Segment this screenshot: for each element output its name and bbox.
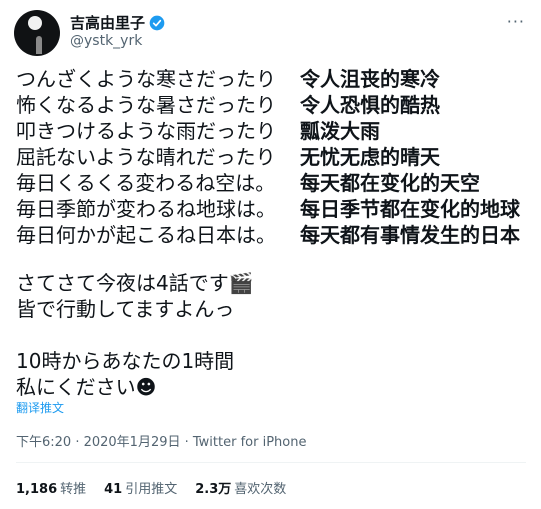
tweet-line: 毎日何かが起こるね日本は。 每天都有事情发生的日本	[16, 220, 526, 247]
japanese-text: 屈託ないような晴れだったり	[16, 144, 276, 169]
tweet-line: 毎日くるくる変わるね空は。 每天都在变化的天空	[16, 168, 526, 195]
verified-badge-icon	[149, 15, 165, 30]
japanese-text: 毎日季節が変わるね地球は。	[16, 196, 276, 221]
avatar-moon	[28, 16, 42, 30]
stat-count: 2.3万	[195, 482, 232, 497]
tweet-header: 吉高由里子 @ystk_yrk ···	[0, 0, 541, 62]
japanese-text: 毎日何かが起こるね日本は。	[16, 222, 276, 247]
chinese-translation: 瓢泼大雨	[300, 118, 380, 143]
tweet-line: 屈託ないような晴れだったり 无忧无虑的晴天	[16, 142, 526, 169]
stat-label: 喜欢次数	[234, 482, 287, 497]
stat-label: 转推	[60, 482, 87, 497]
author-name[interactable]: 吉高由里子	[70, 12, 145, 33]
tweet-line: 毎日季節が変わるね地球は。 每日季节都在变化的地球	[16, 194, 526, 221]
like-count[interactable]: 2.3万 喜欢次数	[195, 478, 286, 497]
tweet-timestamp-source[interactable]: 下午6:20 · 2020年1月29日 · Twitter for iPhone	[16, 431, 306, 450]
chinese-translation: 每日季节都在变化的地球	[300, 196, 520, 221]
japanese-text: 毎日くるくる変わるね空は。	[16, 170, 276, 195]
tweet-line: つんざくような寒さだったり 令人沮丧的寒冷	[16, 64, 526, 91]
tweet-paragraph-2-line-1: さてさて今夜は4話です🎬	[16, 271, 254, 295]
chinese-translation: 每天都在变化的天空	[300, 170, 480, 195]
japanese-text: 叩きつけるような雨だったり	[16, 118, 276, 143]
chinese-translation: 每天都有事情发生的日本	[300, 222, 520, 247]
chinese-translation: 令人沮丧的寒冷	[300, 66, 440, 91]
translate-tweet-link[interactable]: 翻译推文	[16, 399, 64, 416]
author-handle[interactable]: @ystk_yrk	[70, 33, 142, 49]
tweet-line: 叩きつけるような雨だったり 瓢泼大雨	[16, 116, 526, 143]
tweet-paragraph-3-line-1: 10時からあなたの1時間	[16, 349, 235, 373]
stat-count: 41	[104, 482, 123, 497]
retweet-count[interactable]: 1,186 转推	[16, 478, 86, 497]
more-options-icon[interactable]: ···	[507, 12, 525, 31]
tweet-body: つんざくような寒さだったり 令人沮丧的寒冷 怖くなるような暑さだったり 令人恐惧…	[16, 64, 526, 400]
japanese-text: つんざくような寒さだったり	[16, 66, 276, 91]
tweet-line: 怖くなるような暑さだったり 令人恐惧的酷热	[16, 90, 526, 117]
quote-tweet-count[interactable]: 41 引用推文	[104, 478, 177, 497]
divider	[16, 462, 526, 463]
stat-label: 引用推文	[125, 482, 178, 497]
chinese-translation: 无忧无虑的晴天	[300, 144, 440, 169]
tweet-stats: 1,186 转推 41 引用推文 2.3万 喜欢次数	[16, 478, 286, 497]
tweet-paragraph-3-line-2: 私にください☻	[16, 375, 157, 399]
avatar-figure	[36, 36, 42, 54]
chinese-translation: 令人恐惧的酷热	[300, 92, 440, 117]
japanese-text: 怖くなるような暑さだったり	[16, 92, 276, 117]
stat-count: 1,186	[16, 482, 58, 497]
author-name-row[interactable]: 吉高由里子	[70, 12, 165, 33]
avatar[interactable]	[14, 10, 60, 56]
tweet-paragraph-2-line-2: 皆で行動してますよんっ	[16, 297, 235, 321]
